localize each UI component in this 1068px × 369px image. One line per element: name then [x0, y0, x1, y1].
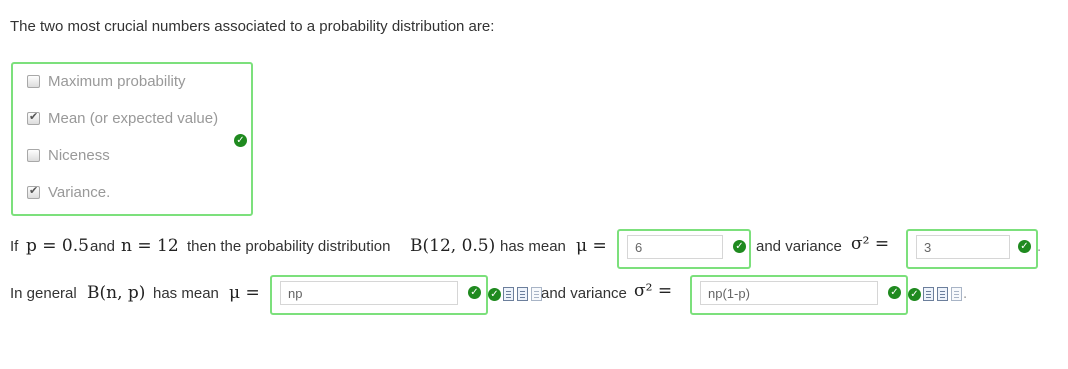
text-then: then the probability distribution	[187, 238, 391, 255]
math-sigma: σ² =	[634, 281, 673, 301]
preview-document-icon[interactable]	[503, 287, 514, 301]
choice-variance[interactable]: Variance.	[27, 182, 110, 202]
math-p: p = 0.5	[26, 236, 89, 256]
choice-label: Mean (or expected value)	[48, 109, 219, 127]
question-prompt: The two most crucial numbers associated …	[10, 18, 495, 35]
choice-label: Niceness	[48, 146, 110, 164]
check-circle-icon: ✓	[888, 286, 901, 299]
general-variance-input[interactable]: np(1-p)	[700, 281, 878, 305]
general-variance-answer-box: np(1-p) ✓	[690, 275, 908, 315]
variance-answer-box: 3 ✓	[906, 229, 1038, 269]
checkbox-checked[interactable]	[27, 184, 40, 199]
text-in-general: In general	[10, 285, 77, 302]
preview-document-icon[interactable]	[923, 287, 934, 301]
math-distribution: B(12, 0.5)	[410, 236, 496, 256]
math-distribution-general: B(n, p)	[87, 283, 146, 303]
check-circle-icon: ✓	[234, 134, 247, 147]
choice-niceness[interactable]: Niceness	[27, 145, 110, 165]
text-period: .	[1037, 238, 1042, 255]
text-if: If	[10, 238, 19, 255]
check-circle-icon: ✓	[1018, 240, 1031, 253]
text-has-mean: has mean	[153, 285, 219, 302]
edit-document-icon[interactable]	[517, 287, 528, 301]
mean-answer-box: 6 ✓	[617, 229, 751, 269]
text-and: and	[90, 238, 116, 255]
check-circle-icon: ✓	[908, 288, 921, 301]
checkbox-unchecked[interactable]	[27, 74, 40, 88]
text-has-mean: has mean	[500, 238, 566, 255]
text-period: .	[963, 285, 968, 302]
choice-label: Maximum probability	[48, 72, 186, 90]
check-circle-icon: ✓	[468, 286, 481, 299]
checkbox-unchecked[interactable]	[27, 148, 40, 162]
text-and-variance: and variance	[756, 238, 842, 255]
math-sigma: σ² =	[851, 234, 890, 254]
choice-mean[interactable]: Mean (or expected value)	[27, 108, 218, 128]
variance-input[interactable]: 3	[916, 235, 1010, 259]
choice-group: Maximum probability Mean (or expected va…	[11, 62, 253, 216]
edit-document-icon[interactable]	[937, 287, 948, 301]
choice-label: Variance.	[48, 183, 111, 201]
mean-input[interactable]: 6	[627, 235, 723, 259]
math-mu: μ =	[576, 236, 607, 256]
math-n: n = 12	[121, 236, 179, 256]
math-mu: μ =	[229, 283, 260, 303]
choice-maximum-probability[interactable]: Maximum probability	[27, 71, 186, 91]
general-mean-input[interactable]: np	[280, 281, 458, 305]
check-circle-icon: ✓	[733, 240, 746, 253]
text-and-variance: and variance	[541, 285, 627, 302]
check-circle-icon: ✓	[488, 288, 501, 301]
general-mean-answer-box: np ✓	[270, 275, 488, 315]
checkbox-checked[interactable]	[27, 110, 40, 125]
blank-document-icon[interactable]	[951, 287, 962, 301]
